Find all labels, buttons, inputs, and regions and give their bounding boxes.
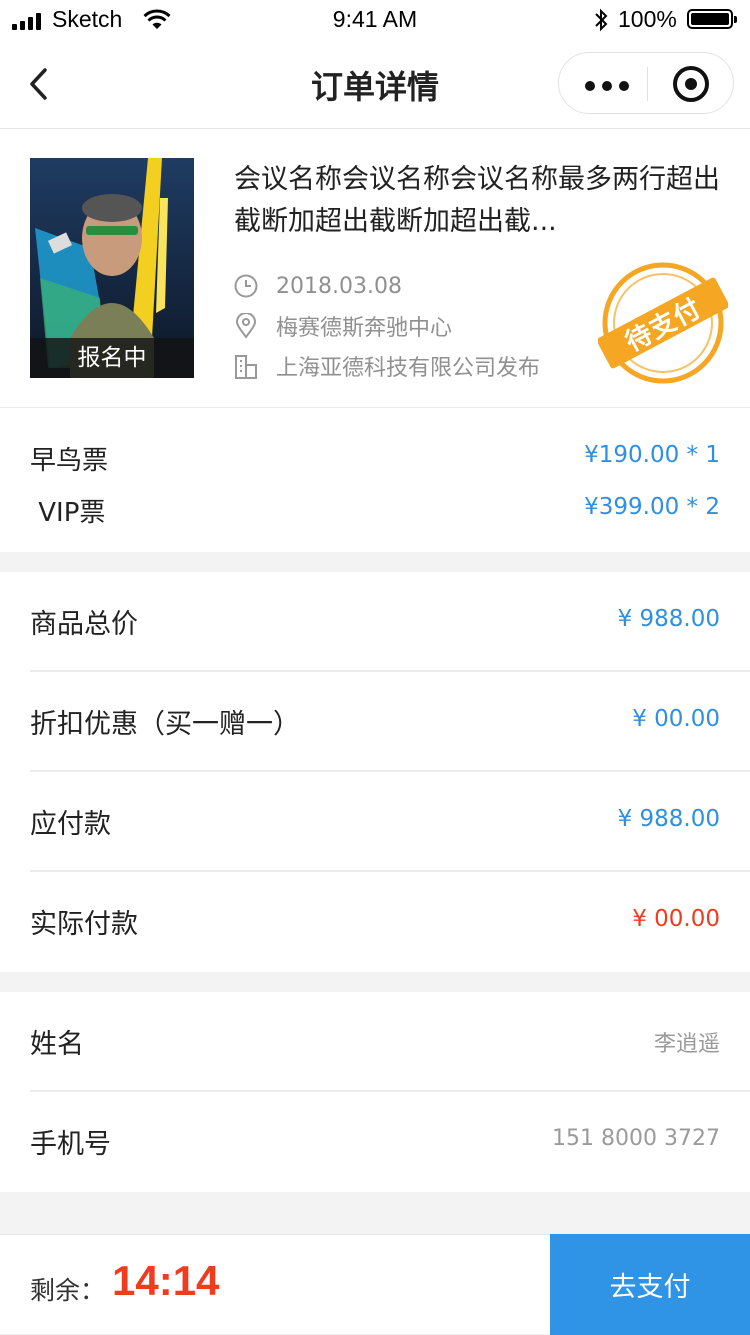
actual-payment-row: 实际付款 ¥ 00.00 (0, 872, 750, 972)
event-date-row: 2018.03.08 (234, 266, 594, 306)
ticket-price: ¥399.00 * 2 (584, 494, 720, 520)
ticket-name: 早鸟票 (30, 446, 109, 476)
price-summary: 商品总价 ¥ 988.00 折扣优惠（买一赠一） ¥ 00.00 应付款 ¥ 9… (0, 572, 750, 972)
discount-row: 折扣优惠（买一赠一） ¥ 00.00 (0, 672, 750, 772)
pending-payment-stamp: 待支付 (596, 258, 730, 388)
remaining-time-label: 剩余： (30, 1276, 106, 1305)
pay-button[interactable]: 去支付 (550, 1234, 750, 1335)
miniprogram-capsule (558, 52, 734, 114)
target-icon[interactable] (673, 66, 709, 102)
ticket-list: 早鸟票 ¥190.00 * 1 VIP票 ¥399.00 * 2 (0, 408, 750, 552)
amount-due-label: 应付款 (30, 809, 111, 840)
building-icon (235, 355, 257, 379)
ticket-name: VIP票 (30, 498, 106, 528)
ticket-price: ¥190.00 * 1 (584, 442, 720, 468)
name-row: 姓名 李逍遥 (0, 992, 750, 1092)
status-bar: Sketch 9:41 AM 100% (0, 0, 750, 40)
checkout-bar: 剩余： 14:14 去支付 (0, 1234, 750, 1335)
ticket-row: 早鸟票 ¥190.00 * 1 (0, 432, 750, 484)
discount-value: ¥ 00.00 (632, 706, 720, 732)
capsule-divider (647, 67, 648, 101)
ticket-row: VIP票 ¥399.00 * 2 (0, 484, 750, 536)
actual-payment-label: 实际付款 (30, 909, 138, 940)
actual-payment-value: ¥ 00.00 (632, 906, 720, 932)
event-location: 梅赛德斯奔驰中心 (276, 316, 453, 341)
event-publisher: 上海亚德科技有限公司发布 (276, 356, 541, 381)
total-price-value: ¥ 988.00 (617, 606, 720, 632)
contact-info: 姓名 李逍遥 手机号 151 8000 3727 (0, 992, 750, 1192)
event-publisher-row: 上海亚德科技有限公司发布 (234, 346, 594, 386)
event-location-row: 梅赛德斯奔驰中心 (234, 306, 594, 346)
stamp-label: 待支付 (621, 292, 707, 358)
bluetooth-icon (595, 8, 608, 32)
name-label: 姓名 (30, 1029, 84, 1060)
event-title: 会议名称会议名称会议名称最多两行超出截断加超出截断加超出截... (234, 164, 720, 237)
amount-due-row: 应付款 ¥ 988.00 (0, 772, 750, 872)
navigation-bar: 订单详情 (0, 40, 750, 129)
discount-label: 折扣优惠（买一赠一） (30, 709, 300, 740)
more-dots-icon[interactable] (585, 81, 629, 91)
phone-row: 手机号 151 8000 3727 (0, 1092, 750, 1192)
phone-label: 手机号 (30, 1129, 111, 1160)
clock-icon (234, 274, 258, 298)
amount-due-value: ¥ 988.00 (617, 806, 720, 832)
battery-percentage: 100% (618, 6, 677, 32)
event-poster[interactable]: 报名中 (30, 158, 194, 378)
battery-icon (687, 9, 737, 29)
event-date: 2018.03.08 (276, 273, 402, 299)
location-pin-icon (235, 313, 257, 339)
total-price-label: 商品总价 (30, 609, 138, 640)
countdown-timer: 14:14 (112, 1257, 220, 1304)
name-value: 李逍遥 (653, 1032, 720, 1057)
total-price-row: 商品总价 ¥ 988.00 (0, 572, 750, 672)
registration-status-badge: 报名中 (30, 338, 194, 378)
phone-value: 151 8000 3727 (552, 1126, 720, 1151)
